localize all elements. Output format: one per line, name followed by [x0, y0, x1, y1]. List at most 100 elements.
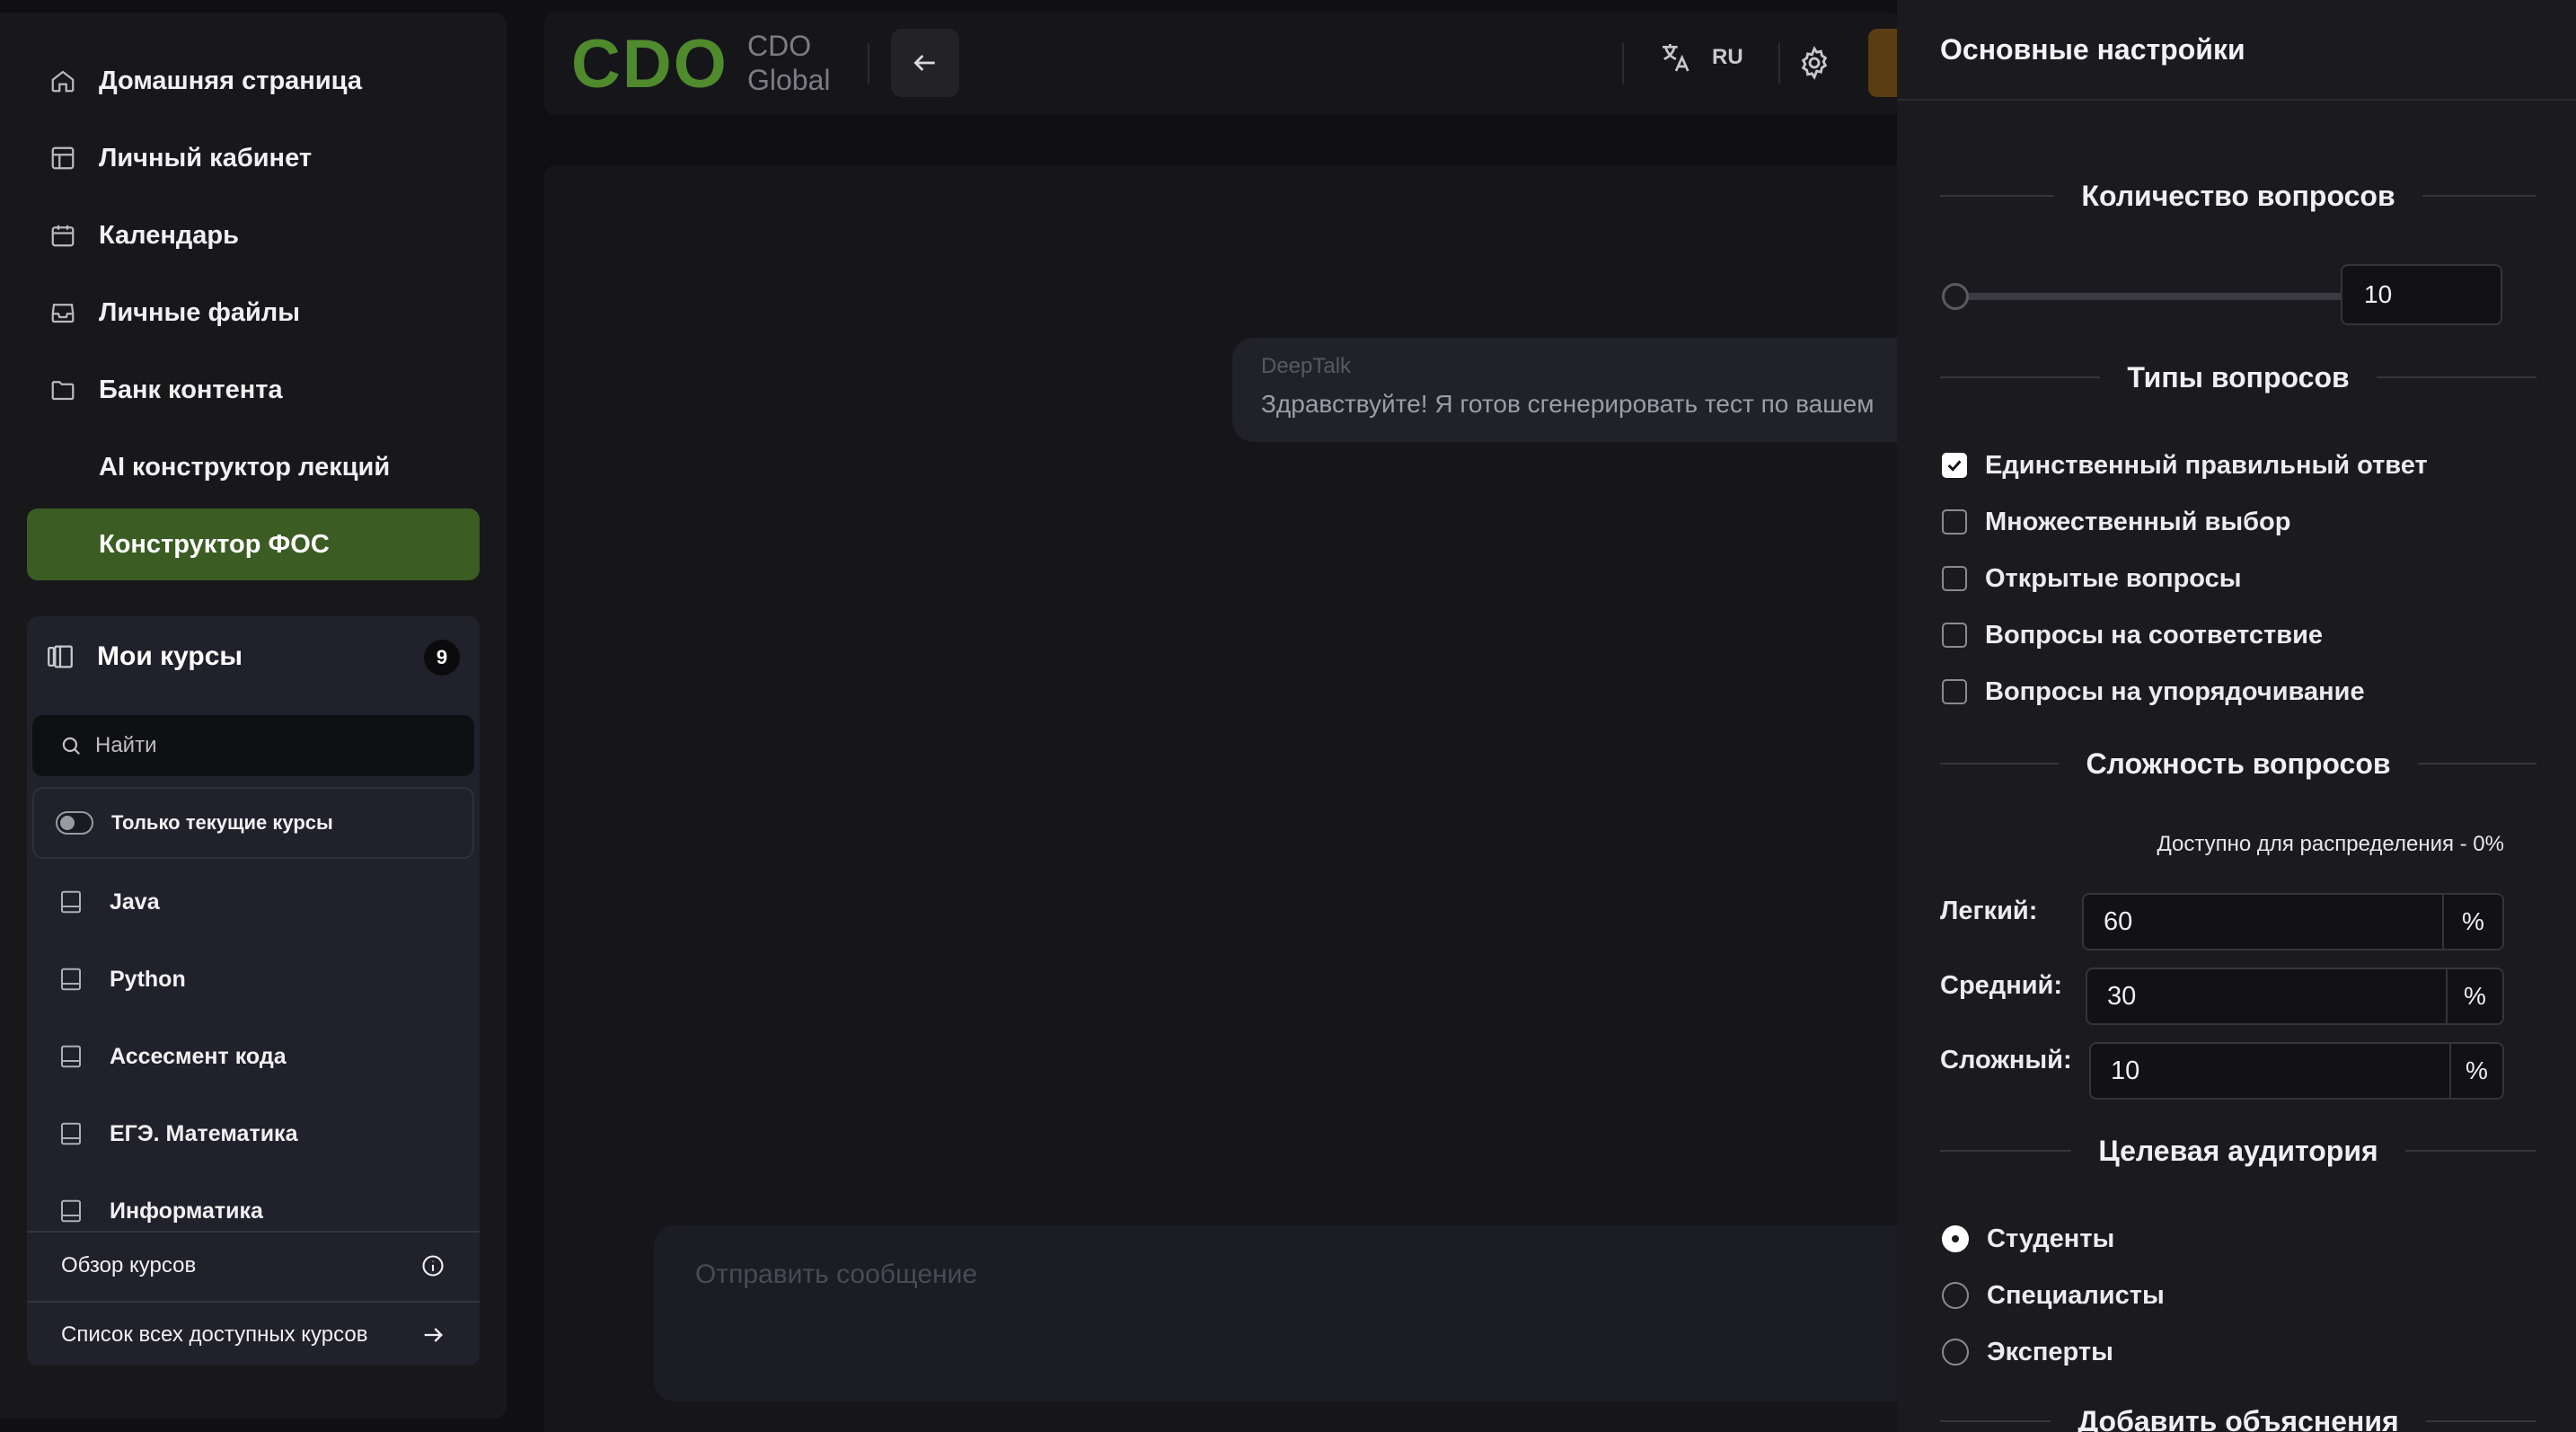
nav-home[interactable]: Домашняя страница	[27, 45, 480, 117]
search-input[interactable]	[95, 733, 437, 758]
section-question-count: Количество вопросов	[1940, 176, 2537, 216]
percent-suffix: %	[2446, 969, 2502, 1023]
logo-text: CDO Global	[747, 29, 831, 97]
home-icon	[27, 67, 99, 94]
current-courses-toggle-row[interactable]: Только текущие курсы	[32, 787, 474, 859]
nav-label: Личные файлы	[99, 297, 300, 327]
type-open-questions[interactable]: Открытые вопросы	[1942, 561, 2242, 597]
courses-overview-link[interactable]: Обзор курсов	[27, 1233, 480, 1299]
settings-button[interactable]	[1796, 45, 1832, 85]
type-multiple-choice[interactable]: Множественный выбор	[1942, 504, 2290, 540]
all-courses-link[interactable]: Список всех доступных курсов	[27, 1301, 480, 1366]
nav-label: Календарь	[99, 220, 239, 250]
cdo-logo[interactable]: CDO	[571, 31, 728, 99]
difficulty-label: Легкий:	[1940, 897, 2038, 925]
nav-calendar[interactable]: Календарь	[27, 199, 480, 271]
settings-panel: Основные настройки Количество вопросов Т…	[1897, 0, 2576, 1432]
radio[interactable]	[1942, 1282, 1969, 1309]
medium-percent-input[interactable]	[2087, 969, 2446, 1023]
difficulty-label: Сложный:	[1940, 1046, 2072, 1074]
checkbox-label: Единственный правильный ответ	[1985, 450, 2428, 480]
hard-percent-input[interactable]	[2091, 1044, 2449, 1098]
percent-suffix: %	[2449, 1044, 2502, 1098]
logo-line-1: CDO	[747, 30, 812, 62]
nav-content-bank[interactable]: Банк контента	[27, 354, 480, 426]
question-count-input[interactable]	[2341, 264, 2502, 325]
slider-thumb[interactable]	[1942, 283, 1969, 310]
checkbox[interactable]	[1942, 509, 1967, 535]
language-label: RU	[1712, 45, 1743, 69]
message-input[interactable]	[695, 1260, 1863, 1367]
question-count-slider[interactable]	[1942, 283, 2405, 310]
type-single-answer[interactable]: Единственный правильный ответ	[1942, 447, 2428, 483]
section-title: Целевая аудитория	[2098, 1134, 2378, 1167]
arrow-right-icon	[424, 1328, 443, 1342]
difficulty-field: %	[2086, 968, 2504, 1025]
type-matching[interactable]: Вопросы на соответствие	[1942, 617, 2323, 653]
nav-ai-lecture-builder[interactable]: AI конструктор лекций	[27, 431, 480, 503]
difficulty-field: %	[2082, 893, 2504, 950]
message-sender: DeepTalk	[1261, 354, 1352, 378]
course-name: ЕГЭ. Математика	[110, 1120, 298, 1146]
check-icon	[1947, 460, 1962, 472]
nav-label: Конструктор ФОС	[99, 529, 330, 559]
course-item[interactable]: Python	[27, 943, 480, 1015]
header-divider	[1778, 43, 1780, 84]
course-item[interactable]: Java	[27, 866, 480, 938]
checkbox-label: Множественный выбор	[1985, 507, 2291, 536]
settings-title: Основные настройки	[1897, 0, 2576, 101]
course-book-icon	[57, 966, 110, 993]
audience-specialists[interactable]: Специалисты	[1942, 1277, 2165, 1313]
course-book-icon	[57, 1198, 110, 1224]
section-difficulty: Сложность вопросов	[1940, 744, 2536, 783]
courses-footer: Обзор курсов Список всех доступных курсо…	[27, 1231, 480, 1366]
available-distribution: Доступно для распределения - 0%	[2157, 832, 2504, 856]
difficulty-field: %	[2089, 1042, 2504, 1100]
nav-label: AI конструктор лекций	[99, 452, 391, 482]
checkbox-label: Открытые вопросы	[1985, 563, 2242, 593]
my-courses-header[interactable]: Мои курсы 9	[27, 616, 480, 697]
checkbox-checked[interactable]	[1942, 453, 1967, 478]
back-button[interactable]	[891, 29, 959, 97]
nav-label: Домашняя страница	[99, 66, 362, 95]
folder-icon	[27, 376, 99, 403]
percent-suffix: %	[2442, 895, 2502, 949]
checkbox[interactable]	[1942, 566, 1967, 591]
header-divider	[868, 43, 869, 84]
course-book-icon	[57, 888, 110, 915]
current-courses-toggle[interactable]	[56, 811, 93, 835]
section-audience: Целевая аудитория	[1940, 1131, 2536, 1171]
nav-personal-account[interactable]: Личный кабинет	[27, 122, 480, 194]
sidebar: Домашняя страница Личный кабинет Календа…	[0, 13, 507, 1419]
my-courses-panel: Мои курсы 9 Только текущие курсы Java Py…	[27, 616, 480, 1366]
difficulty-medium: Средний: %	[1940, 968, 2504, 1025]
message-text: Здравствуйте! Я готов сгенерировать тест…	[1261, 390, 1875, 418]
nav-fos-builder[interactable]: Конструктор ФОС	[27, 508, 480, 580]
radio-selected[interactable]	[1942, 1225, 1969, 1252]
assistant-message: DeepTalk Здравствуйте! Я готов сгенериро…	[1232, 338, 1915, 442]
checkbox[interactable]	[1942, 679, 1967, 704]
course-item[interactable]: ЕГЭ. Математика	[27, 1098, 480, 1170]
calendar-icon	[27, 222, 99, 249]
nav-label: Личный кабинет	[99, 143, 313, 172]
info-icon	[422, 1255, 444, 1277]
radio-label: Эксперты	[1987, 1337, 2113, 1366]
nav-personal-files[interactable]: Личные файлы	[27, 277, 480, 349]
arrow-left-icon	[913, 55, 935, 71]
message-composer	[654, 1225, 1911, 1401]
audience-students[interactable]: Студенты	[1942, 1221, 2114, 1257]
type-ordering[interactable]: Вопросы на упорядочивание	[1942, 674, 2365, 710]
course-name: Ассесмент кода	[110, 1043, 287, 1069]
section-title: Количество вопросов	[2081, 179, 2395, 212]
nav-label: Банк контента	[99, 375, 283, 404]
course-book-icon	[57, 1043, 110, 1070]
course-book-icon	[57, 1120, 110, 1147]
radio[interactable]	[1942, 1339, 1969, 1366]
audience-experts[interactable]: Эксперты	[1942, 1334, 2113, 1370]
difficulty-easy: Легкий: %	[1940, 893, 2504, 950]
language-switcher[interactable]: RU	[1658, 40, 1743, 75]
course-search[interactable]	[32, 715, 474, 776]
easy-percent-input[interactable]	[2084, 895, 2442, 949]
checkbox[interactable]	[1942, 623, 1967, 648]
course-item[interactable]: Ассесмент кода	[27, 1021, 480, 1092]
